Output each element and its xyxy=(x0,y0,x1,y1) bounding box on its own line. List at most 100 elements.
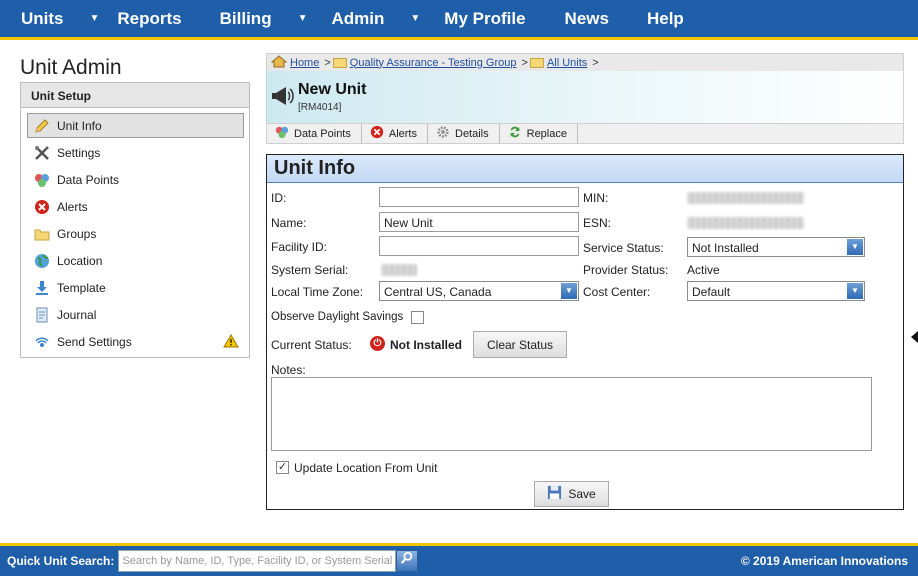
nav-reports-label: Reports xyxy=(117,8,182,28)
sidebar-item-journal[interactable]: Journal xyxy=(27,302,244,327)
facility-id-label: Facility ID: xyxy=(271,240,328,254)
replace-icon xyxy=(508,125,522,142)
current-status-label: Current Status: xyxy=(271,338,352,352)
save-button[interactable]: Save xyxy=(534,481,609,507)
page-title: Unit Admin xyxy=(20,56,122,79)
folder-icon xyxy=(332,57,347,68)
unit-header: New Unit [RM4014] xyxy=(266,71,904,123)
alert-x-icon xyxy=(33,199,51,215)
breadcrumb-home[interactable]: Home xyxy=(290,57,319,69)
search-icon[interactable] xyxy=(396,550,419,572)
nav-units-label: Units xyxy=(21,8,64,28)
time-zone-label: Local Time Zone: xyxy=(271,285,364,299)
current-status-value: Not Installed xyxy=(390,338,463,352)
chevron-down-icon[interactable]: ▼ xyxy=(298,13,308,24)
min-value-redacted xyxy=(687,192,804,204)
footer: Quick Unit Search: Search by Name, ID, T… xyxy=(0,543,918,576)
notes-textarea[interactable] xyxy=(271,377,872,451)
pencil-icon xyxy=(33,118,51,134)
nav-billing-label: Billing xyxy=(219,8,272,28)
nav-news-label: News xyxy=(564,8,609,28)
journal-icon xyxy=(33,307,51,323)
time-zone-value: Central US, Canada xyxy=(384,285,492,299)
warning-icon xyxy=(223,334,239,351)
tab-alerts[interactable]: Alerts xyxy=(362,124,428,143)
nav-news[interactable]: News xyxy=(526,0,609,37)
data-points-icon xyxy=(275,125,289,142)
sidebar-item-data-points[interactable]: Data Points xyxy=(27,167,244,192)
signal-icon xyxy=(33,334,51,350)
id-field[interactable] xyxy=(379,187,579,207)
quick-search-input[interactable]: Search by Name, ID, Type, Facility ID, o… xyxy=(118,550,397,572)
sidebar-item-groups[interactable]: Groups xyxy=(27,221,244,246)
dst-label: Observe Daylight Savings xyxy=(271,311,404,323)
facility-id-field[interactable] xyxy=(379,236,579,256)
collapse-arrow-icon[interactable] xyxy=(911,331,918,343)
update-location-label: Update Location From Unit xyxy=(294,461,438,475)
megaphone-icon xyxy=(270,85,294,112)
update-location-checkbox[interactable]: ✓ xyxy=(276,461,289,474)
tab-label: Replace xyxy=(526,127,567,140)
sidebar-item-label: Data Points xyxy=(57,172,120,187)
nav-my-profile[interactable]: My Profile xyxy=(426,0,525,37)
dropdown-arrow-icon[interactable]: ▼ xyxy=(561,283,577,299)
nav-my-profile-label: My Profile xyxy=(444,8,526,28)
nav-reports[interactable]: Reports xyxy=(105,0,181,37)
tab-label: Alerts xyxy=(388,127,417,140)
tab-label: Details xyxy=(455,127,489,140)
clear-status-button[interactable]: Clear Status xyxy=(473,331,567,358)
service-status-select[interactable]: Not Installed ▼ xyxy=(687,237,865,257)
nav-help-label: Help xyxy=(646,8,684,28)
unit-name: New Unit xyxy=(298,81,367,98)
sidebar-item-label: Unit Info xyxy=(57,118,102,133)
nav-billing[interactable]: Billing ▼ xyxy=(182,0,314,37)
provider-status-value: Active xyxy=(687,263,720,277)
nav-units[interactable]: Units ▼ xyxy=(0,0,105,37)
chevron-down-icon[interactable]: ▼ xyxy=(90,13,100,24)
provider-status-label: Provider Status: xyxy=(583,263,669,277)
sidebar-section-title: Unit Setup xyxy=(21,83,249,108)
save-label: Save xyxy=(568,487,596,501)
globe-icon xyxy=(33,253,51,269)
service-status-value: Not Installed xyxy=(692,241,759,255)
alert-x-icon xyxy=(370,125,384,142)
breadcrumb-all-units[interactable]: All Units xyxy=(547,57,587,69)
name-field[interactable]: New Unit xyxy=(379,212,579,232)
nav-help[interactable]: Help xyxy=(609,0,684,37)
sidebar-item-label: Alerts xyxy=(57,199,88,214)
sidebar-item-settings[interactable]: Settings xyxy=(27,140,244,165)
id-label: ID: xyxy=(271,191,287,205)
tab-replace[interactable]: Replace xyxy=(500,124,578,143)
sidebar-item-template[interactable]: Template xyxy=(27,275,244,300)
breadcrumb-sep: > xyxy=(324,56,331,69)
sidebar-item-location[interactable]: Location xyxy=(27,248,244,273)
breadcrumb: Home > Quality Assurance - Testing Group… xyxy=(266,53,904,71)
time-zone-select[interactable]: Central US, Canada ▼ xyxy=(379,281,579,301)
sidebar-item-alerts[interactable]: Alerts xyxy=(27,194,244,219)
dst-checkbox[interactable] xyxy=(411,311,424,324)
sidebar-item-label: Send Settings xyxy=(57,334,132,349)
unit-code: [RM4014] xyxy=(298,102,342,113)
name-label: Name: xyxy=(271,216,307,230)
sidebar-item-send-settings[interactable]: Send Settings xyxy=(27,329,244,354)
dropdown-arrow-icon[interactable]: ▼ xyxy=(847,283,863,299)
chevron-down-icon[interactable]: ▼ xyxy=(410,13,420,24)
sidebar-item-label: Template xyxy=(57,280,106,295)
cost-center-value: Default xyxy=(692,285,731,299)
nav-admin[interactable]: Admin ▼ xyxy=(314,0,427,37)
copyright: © 2019 American Innovations xyxy=(740,554,908,568)
sidebar-item-unit-info[interactable]: Unit Info xyxy=(27,113,244,138)
floppy-disk-icon xyxy=(547,485,562,503)
tab-details[interactable]: Details xyxy=(428,124,500,143)
esn-value-redacted xyxy=(687,217,804,229)
system-serial-label: System Serial: xyxy=(271,263,349,277)
dropdown-arrow-icon[interactable]: ▼ xyxy=(847,239,863,255)
cost-center-select[interactable]: Default ▼ xyxy=(687,281,865,301)
sidebar-item-label: Groups xyxy=(57,226,97,241)
sidebar-item-label: Location xyxy=(57,253,103,268)
breadcrumb-group[interactable]: Quality Assurance - Testing Group xyxy=(350,57,517,69)
esn-label: ESN: xyxy=(583,216,612,230)
service-status-label: Service Status: xyxy=(583,241,664,255)
tab-data-points[interactable]: Data Points xyxy=(267,124,362,143)
tab-label: Data Points xyxy=(294,127,351,140)
